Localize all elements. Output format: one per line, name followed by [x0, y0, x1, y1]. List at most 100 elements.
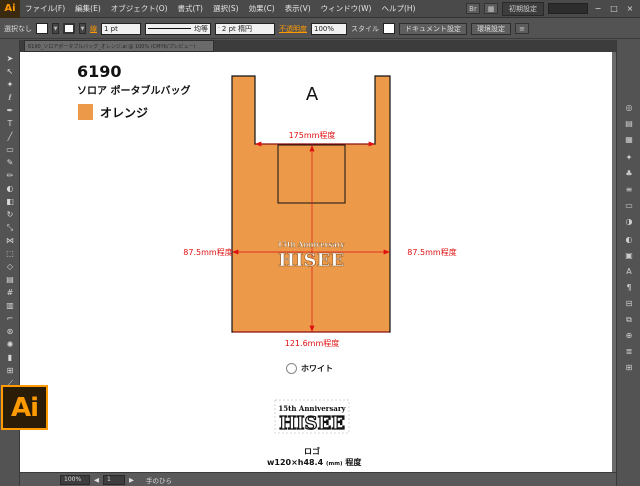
mesh-tool-icon[interactable]: #	[4, 288, 16, 298]
symbols-panel-icon[interactable]: ♣	[622, 168, 636, 180]
chevron-down-icon[interactable]: ▼	[79, 23, 86, 34]
perspective-grid-tool-icon[interactable]: ▤	[4, 275, 16, 285]
document-tab[interactable]: 6190_ソロアポータブルバッグ_オレンジ.ai @ 100% (CMYK/プレ…	[24, 40, 214, 52]
bridge-icon[interactable]: Br	[466, 3, 480, 14]
gradient-tool-icon[interactable]: ▥	[4, 301, 16, 311]
preferences-button[interactable]: 環境設定	[471, 22, 511, 35]
maximize-button[interactable]: □	[608, 3, 620, 14]
menu-type[interactable]: 書式(T)	[173, 3, 208, 14]
brush-select[interactable]: · 2 pt 楕円	[215, 22, 275, 35]
blend-tool-icon[interactable]: ⊛	[4, 327, 16, 337]
logo-size-suffix: 程度	[345, 458, 362, 467]
stroke-profile-select[interactable]: 均等	[145, 22, 211, 35]
style-label: スタイル	[351, 24, 379, 33]
logo-preview-line2: HISEE	[279, 413, 345, 434]
artboards-panel-icon[interactable]: ⊞	[622, 362, 636, 374]
document-tab-strip: 6190_ソロアポータブルバッグ_オレンジ.ai @ 100% (CMYK/プレ…	[20, 40, 616, 52]
menu-help[interactable]: ヘルプ(H)	[376, 3, 420, 14]
graphic-styles-panel-icon[interactable]: ▣	[622, 250, 636, 262]
selection-status: 選択なし	[4, 24, 32, 33]
close-button[interactable]: ×	[624, 3, 636, 14]
dim-top-label: 175mm程度	[289, 130, 336, 140]
scale-tool-icon[interactable]: ⤡	[4, 223, 16, 233]
menu-object[interactable]: オブジェクト(O)	[106, 3, 173, 14]
pencil-tool-icon[interactable]: ✏	[4, 171, 16, 181]
align-icon[interactable]: ≡	[515, 23, 529, 34]
menu-view[interactable]: 表示(V)	[280, 3, 316, 14]
symbol-sprayer-tool-icon[interactable]: ✺	[4, 340, 16, 350]
bag-label: A	[306, 84, 319, 105]
chevron-down-icon[interactable]: ▼	[52, 23, 59, 34]
dim-bottom-label: 121.6mm程度	[285, 338, 340, 348]
menu-edit[interactable]: 編集(E)	[70, 3, 106, 14]
prev-artboard-icon[interactable]: ◀	[94, 476, 99, 484]
width-tool-icon[interactable]: ⋈	[4, 236, 16, 246]
minimize-button[interactable]: −	[592, 3, 604, 14]
menu-file[interactable]: ファイル(F)	[20, 3, 70, 14]
column-graph-tool-icon[interactable]: ▮	[4, 353, 16, 363]
bag-logo-line2: HISEE	[278, 250, 344, 271]
logo-preview-line1: 15th Anniversary	[278, 404, 346, 413]
type-tool-icon[interactable]: T	[4, 119, 16, 129]
align-panel-icon[interactable]: ⊟	[622, 298, 636, 310]
line-tool-icon[interactable]: ╱	[4, 132, 16, 142]
rotate-tool-icon[interactable]: ↻	[4, 210, 16, 220]
logo-caption: ロゴ	[304, 447, 320, 456]
logo-size-text: w120×h48.4 (mm) 程度	[267, 457, 361, 468]
artboard-canvas[interactable]: 6190 ソロア ポータブルバッグ オレンジ A 175mm程度 87.5mm程…	[20, 52, 612, 472]
lasso-tool-icon[interactable]: ℓ	[4, 93, 16, 103]
menu-window[interactable]: ウィンドウ(W)	[316, 3, 377, 14]
style-swatch[interactable]	[383, 23, 395, 34]
eyedropper-tool-icon[interactable]: ⌐	[4, 314, 16, 324]
workspace-switcher[interactable]: 初期設定	[502, 1, 544, 16]
status-bar: 100% ◀ 1 ▶ 手のひら	[20, 472, 616, 486]
magic-wand-tool-icon[interactable]: ✦	[4, 80, 16, 90]
stroke-label[interactable]: 線	[90, 24, 97, 34]
gradient-panel-icon[interactable]: ▭	[622, 200, 636, 212]
menu-effect[interactable]: 効果(C)	[244, 3, 280, 14]
opacity-field[interactable]: 100%	[311, 22, 347, 35]
transparency-panel-icon[interactable]: ◑	[622, 216, 636, 228]
stroke-panel-icon[interactable]: ≡	[622, 184, 636, 196]
opacity-label[interactable]: 不透明度	[279, 24, 307, 34]
current-tool-name: 手のひら	[146, 476, 172, 485]
pathfinder-panel-icon[interactable]: ⧉	[622, 314, 636, 326]
direct-selection-tool-icon[interactable]: ↖	[4, 67, 16, 77]
artboard-tool-icon[interactable]: ⊞	[4, 366, 16, 376]
next-artboard-icon[interactable]: ▶	[129, 476, 134, 484]
character-panel-icon[interactable]: A	[622, 266, 636, 278]
paintbrush-tool-icon[interactable]: ✎	[4, 158, 16, 168]
stroke-swatch[interactable]	[63, 23, 75, 34]
menu-select[interactable]: 選択(S)	[208, 3, 244, 14]
shape-builder-tool-icon[interactable]: ◇	[4, 262, 16, 272]
color-panel-icon[interactable]: ◎	[622, 102, 636, 114]
logo-size-main: w120×h48.4	[267, 458, 324, 467]
free-transform-tool-icon[interactable]: ⬚	[4, 249, 16, 259]
fill-swatch[interactable]	[36, 23, 48, 34]
eraser-tool-icon[interactable]: ◧	[4, 197, 16, 207]
color-guide-panel-icon[interactable]: ▤	[622, 118, 636, 130]
transform-panel-icon[interactable]: ⊕	[622, 330, 636, 342]
app-logo: Ai	[0, 0, 20, 18]
rectangle-tool-icon[interactable]: ▭	[4, 145, 16, 155]
arrange-documents-icon[interactable]: ▦	[484, 3, 498, 14]
brushes-panel-icon[interactable]: ✦	[622, 152, 636, 164]
dim-left-label: 87.5mm程度	[183, 247, 232, 257]
logo-size-unit: (mm)	[326, 461, 343, 467]
white-option-radio[interactable]	[286, 363, 297, 374]
white-option-label: ホワイト	[301, 364, 333, 373]
zoom-field[interactable]: 100%	[60, 474, 90, 485]
artboard-number-field[interactable]: 1	[103, 474, 125, 485]
appearance-panel-icon[interactable]: ◐	[622, 234, 636, 246]
help-search-input[interactable]	[548, 3, 588, 14]
layers-panel-icon[interactable]: ≣	[622, 346, 636, 358]
document-setup-button[interactable]: ドキュメント設定	[399, 22, 467, 35]
paragraph-panel-icon[interactable]: ¶	[622, 282, 636, 294]
stroke-weight-field[interactable]: 1 pt	[101, 22, 141, 35]
selection-tool-icon[interactable]: ➤	[4, 54, 16, 64]
bag-logo-line1: 15th Anniversary	[277, 240, 345, 249]
pen-tool-icon[interactable]: ✒	[4, 106, 16, 116]
swatches-panel-icon[interactable]: ▦	[622, 134, 636, 146]
menu-bar: Ai ファイル(F) 編集(E) オブジェクト(O) 書式(T) 選択(S) 効…	[0, 0, 640, 18]
blob-brush-tool-icon[interactable]: ◐	[4, 184, 16, 194]
